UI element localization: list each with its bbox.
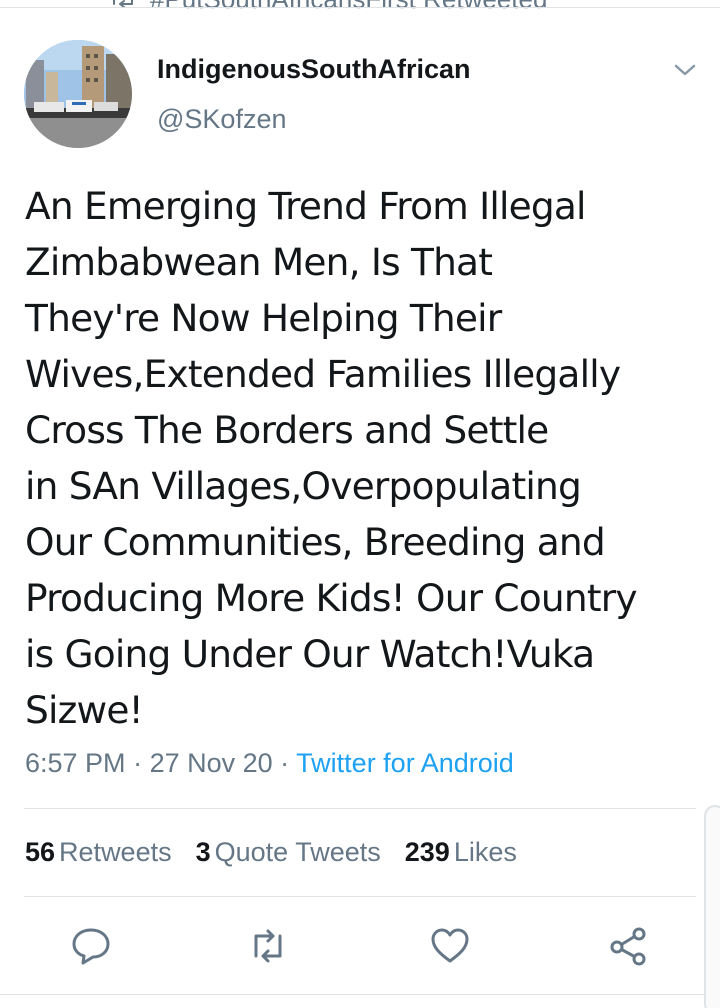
retweet-button[interactable] — [247, 926, 289, 966]
heart-icon — [431, 928, 469, 963]
likes-stat[interactable]: 239 Likes — [405, 837, 517, 868]
author-handle[interactable]: @SKofzen — [157, 104, 286, 135]
avatar-photo — [24, 40, 132, 148]
retweet-icon — [254, 929, 282, 963]
share-button[interactable] — [607, 926, 649, 966]
retweets-label: Retweets — [59, 837, 172, 867]
quote-tweets-stat[interactable]: 3 Quote Tweets — [196, 837, 381, 868]
divider — [24, 896, 696, 897]
retweet-context: #PutSouthAfricansFirst Retweeted — [110, 0, 547, 14]
divider — [0, 994, 720, 995]
tweet-stats: 56 Retweets 3 Quote Tweets 239 Likes — [25, 837, 517, 868]
author-display-name[interactable]: IndigenousSouthAfrican — [157, 54, 471, 85]
divider — [24, 808, 696, 809]
divider — [0, 7, 720, 8]
retweets-count: 56 — [25, 837, 56, 867]
likes-label: Likes — [453, 837, 517, 867]
tweet-meta: 6:57 PM · 27 Nov 20 · Twitter for Androi… — [25, 748, 514, 779]
tweet-source-link[interactable]: Twitter for Android — [296, 748, 514, 778]
quote-tweets-label: Quote Tweets — [214, 837, 381, 867]
reply-icon — [72, 928, 110, 965]
avatar[interactable] — [24, 40, 132, 148]
share-icon — [610, 927, 646, 966]
chevron-down-icon[interactable] — [672, 60, 698, 80]
like-button[interactable] — [429, 926, 471, 966]
tweet-time: 6:57 PM — [25, 748, 126, 778]
tweet-text: An Emerging Trend From Illegal Zimbabwea… — [25, 184, 638, 732]
likes-count: 239 — [404, 837, 450, 867]
tweet-detail-screen: #PutSouthAfricansFirst Retweeted Indigen… — [0, 0, 720, 1008]
reply-button[interactable] — [70, 926, 112, 966]
tweet-date: 27 Nov 20 — [149, 748, 273, 778]
retweets-stat[interactable]: 56 Retweets — [25, 837, 172, 868]
quote-tweets-count: 3 — [195, 837, 211, 867]
edge-scroll-handle[interactable] — [704, 805, 720, 1008]
meta-separator: · — [272, 748, 297, 778]
meta-separator: · — [125, 748, 150, 778]
